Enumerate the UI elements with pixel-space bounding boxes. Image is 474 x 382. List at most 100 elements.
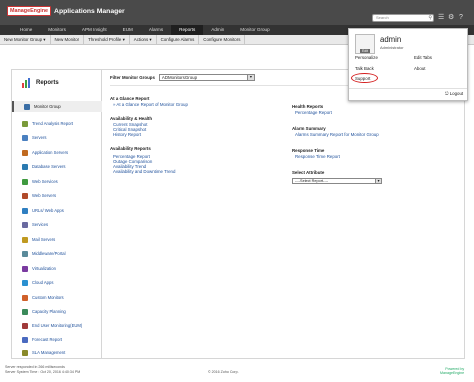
sidebar-item-mail-servers[interactable]: Mail Servers <box>12 234 102 245</box>
sidebar-item-application-servers[interactable]: Application Servers <box>12 147 102 158</box>
username: admin <box>380 35 402 44</box>
sidebar-item-label: SLA Management <box>32 350 66 355</box>
divider <box>349 88 467 89</box>
tab-reports[interactable]: Reports <box>171 25 204 35</box>
avatar[interactable]: Edit <box>355 34 375 54</box>
tab-admin[interactable]: Admin <box>203 25 232 35</box>
logo[interactable]: ManageEngine Applications Manager <box>7 6 125 16</box>
sidebar-item-end-user-monitoring[interactable]: End User Monitoring(EUM) <box>12 320 102 331</box>
response-time-heading: Response Time <box>292 148 325 153</box>
alarms-summary-report-link[interactable]: Alarms Summary Report for Monitor Group <box>295 132 379 137</box>
sidebar-item-custom-monitors[interactable]: Custom Monitors <box>12 292 102 303</box>
select-report-dropdown[interactable]: ----Select Report---- ▼ <box>292 178 382 184</box>
support-link[interactable]: Support <box>355 76 370 81</box>
help-icon[interactable]: ? <box>459 13 463 22</box>
settings-icon[interactable]: ⚙ <box>448 13 454 22</box>
avatar-edit-button[interactable]: Edit <box>360 49 370 53</box>
sidebar-item-trend-analysis[interactable]: Trend Analysis Report <box>12 118 102 129</box>
powered-by-logo: Powered by ManageEngine <box>440 367 464 375</box>
sidebar-item-forecast-report[interactable]: Forecast Report <box>12 334 102 345</box>
select-report-value: ----Select Report---- <box>295 179 329 183</box>
sidebar-item-cloud-apps[interactable]: Cloud Apps <box>12 277 102 288</box>
sidebar-item-middleware-portal[interactable]: Middleware/Portal <box>12 248 102 259</box>
sla-management-icon <box>22 349 28 356</box>
application-servers-icon <box>22 149 28 156</box>
reports-sidebar: Reports Monitor Group Trend Analysis Rep… <box>12 70 102 358</box>
sidebar-item-label: Forecast Report <box>32 337 63 342</box>
web-services-icon <box>22 178 28 185</box>
menu-icon[interactable]: ☰ <box>438 13 444 22</box>
tab-home[interactable]: Home <box>0 25 40 35</box>
logout-icon: ⎋ <box>445 91 449 96</box>
cloud-apps-icon <box>22 279 28 286</box>
about-link[interactable]: About <box>414 66 425 71</box>
tab-eum[interactable]: EUM <box>115 25 141 35</box>
sidebar-item-label: Application Servers <box>32 150 69 155</box>
sidebar-item-label: Trend Analysis Report <box>32 121 74 126</box>
database-servers-icon <box>22 163 28 170</box>
sidebar-item-label: Virtualization <box>32 266 56 271</box>
health-reports-heading: Health Reports <box>292 104 324 109</box>
virtualization-icon <box>22 265 28 272</box>
history-report-link[interactable]: History Report <box>113 132 141 137</box>
talk-back-link[interactable]: Talk Back <box>355 66 374 71</box>
tab-monitor-group[interactable]: Monitor Group <box>232 25 277 35</box>
sidebar-item-label: URLs/ Web Apps <box>32 208 64 213</box>
monitor-group-icon <box>24 103 30 110</box>
chevron-down-icon[interactable]: ▼ <box>375 179 381 183</box>
services-icon <box>22 221 28 228</box>
monitor-group-select[interactable]: ADMonitorsGroup ▼ <box>158 74 255 81</box>
configure-alarms-link[interactable]: Configure Alarms <box>157 35 200 44</box>
trend-analysis-icon <box>22 120 28 127</box>
sidebar-item-sla-management[interactable]: SLA Management <box>12 347 102 358</box>
sidebar-item-label: Middleware/Portal <box>32 251 66 256</box>
logout-button[interactable]: ⎋ Logout <box>445 91 463 96</box>
monitor-group-select-value: ADMonitorsGroup <box>161 75 198 80</box>
tab-apm-insight[interactable]: APM Insight <box>74 25 115 35</box>
sidebar-item-label: Mail Servers <box>32 237 56 242</box>
availability-reports-heading: Availability Reports <box>110 146 151 151</box>
threshold-profile-menu[interactable]: Threshold Profile ▾ <box>84 35 130 44</box>
tab-monitors[interactable]: Monitors <box>40 25 74 35</box>
reports-panel: Reports Monitor Group Trend Analysis Rep… <box>11 69 465 359</box>
alarm-summary-heading: Alarm Summary <box>292 126 326 131</box>
search-placeholder: Search <box>376 15 389 20</box>
health-percentage-report-link[interactable]: Percentage Report <box>295 110 332 115</box>
user-menu-dropdown: Edit admin Administrator Personalize Tal… <box>348 28 468 101</box>
sidebar-item-web-servers[interactable]: Web Servers <box>12 190 102 201</box>
search-input[interactable]: Search ⚲ <box>372 14 434 22</box>
search-icon[interactable]: ⚲ <box>428 15 432 21</box>
user-role: Administrator <box>380 45 404 50</box>
sidebar-item-monitor-group[interactable]: Monitor Group <box>12 101 102 112</box>
select-attribute-label: Select Attribute <box>292 170 325 175</box>
actions-menu[interactable]: Actions ▾ <box>130 35 157 44</box>
capacity-planning-icon <box>22 308 28 315</box>
sidebar-item-label: Database Servers <box>32 164 66 169</box>
tab-alarms[interactable]: Alarms <box>141 25 171 35</box>
availability-downtime-trend-link[interactable]: Availability and Downtime Trend <box>113 169 175 174</box>
sidebar-item-capacity-planning[interactable]: Capacity Planning <box>12 306 102 317</box>
personalize-link[interactable]: Personalize <box>355 55 378 60</box>
sidebar-item-database-servers[interactable]: Database Servers <box>12 161 102 172</box>
chevron-down-icon[interactable]: ▼ <box>246 75 254 80</box>
sidebar-item-label: Web Services <box>32 179 58 184</box>
logo-badge: ManageEngine <box>7 6 52 16</box>
sidebar-item-label: Servers <box>32 135 47 140</box>
new-monitor-group-menu[interactable]: New Monitor Group ▾ <box>0 35 51 44</box>
web-servers-icon <box>22 192 28 199</box>
sidebar-item-label: Monitor Group <box>34 104 61 109</box>
new-monitor-link[interactable]: New Monitor <box>51 35 85 44</box>
configure-monitors-link[interactable]: Configure Monitors <box>199 35 246 44</box>
sidebar-item-label: Cloud Apps <box>32 280 54 285</box>
sidebar-item-servers[interactable]: Servers <box>12 132 102 143</box>
server-system-time: Server System Time : Oct 20, 2016 4:40:3… <box>5 370 81 374</box>
sidebar-item-virtualization[interactable]: Virtualization <box>12 263 102 274</box>
mail-servers-icon <box>22 236 28 243</box>
sidebar-item-services[interactable]: Services <box>12 219 102 230</box>
sidebar-item-web-services[interactable]: Web Services <box>12 176 102 187</box>
sidebar-item-urls-web-apps[interactable]: URLs/ Web Apps <box>12 205 102 216</box>
reports-title: Reports <box>22 78 59 88</box>
at-a-glance-link[interactable]: » At a Glance Report of Monitor Group <box>113 102 188 107</box>
response-time-report-link[interactable]: Response Time Report <box>295 154 340 159</box>
edit-tabs-link[interactable]: Edit Tabs <box>414 55 432 60</box>
